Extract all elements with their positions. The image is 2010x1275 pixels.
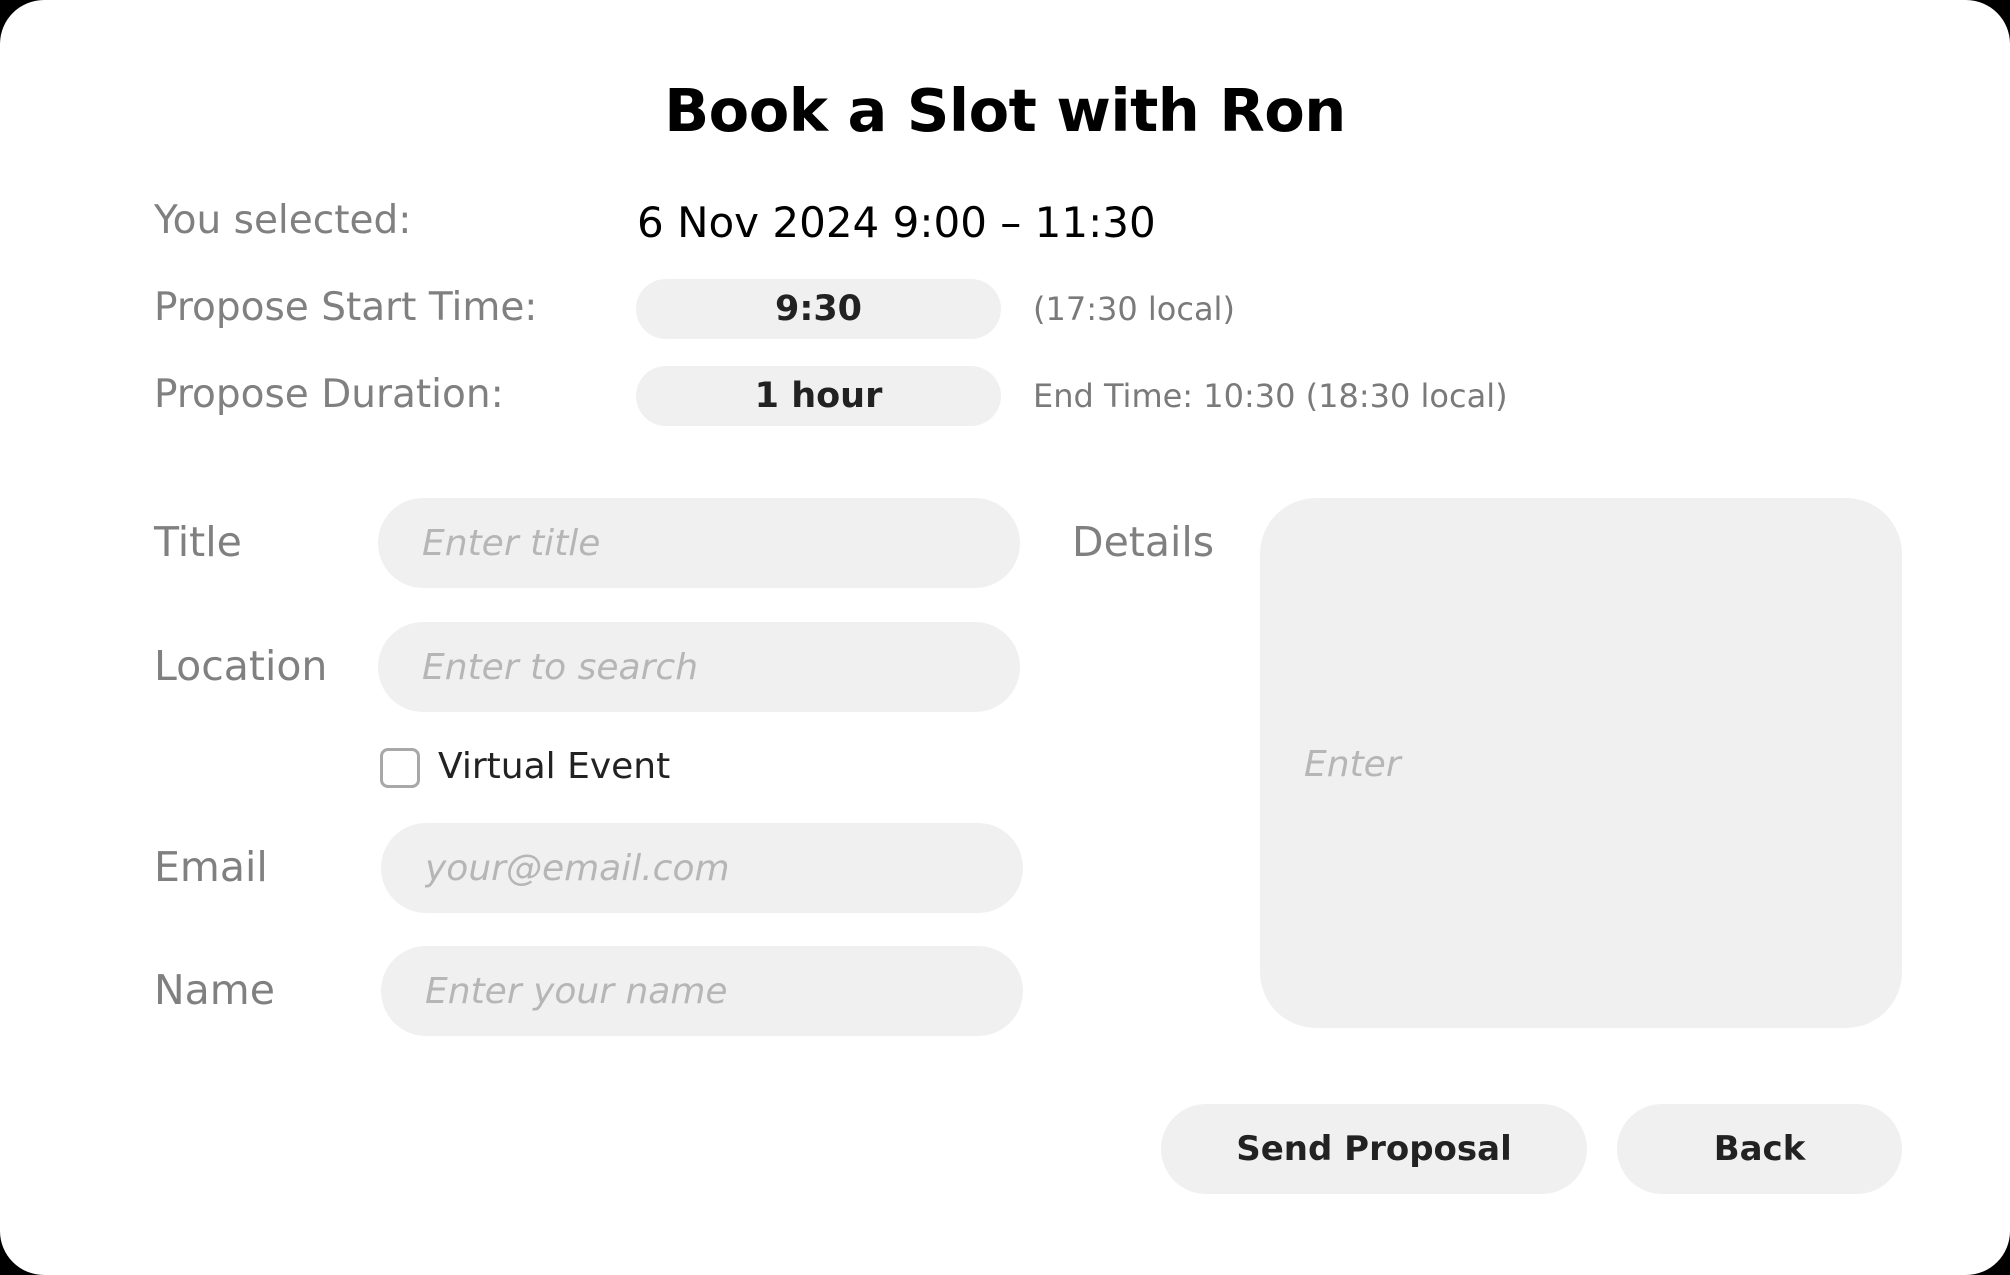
details-textarea[interactable] [1260,498,1902,1028]
location-label: Location [154,642,328,690]
duration-label: Propose Duration: [154,372,504,417]
title-label: Title [154,518,242,566]
details-label: Details [1072,518,1215,566]
start-time-select[interactable]: 9:30 [636,279,1001,339]
name-input[interactable] [381,946,1023,1036]
selected-label: You selected: [154,198,412,243]
email-label: Email [154,843,268,891]
virtual-event-label[interactable]: Virtual Event [438,746,670,787]
booking-dialog: Book a Slot with Ron You selected: 6 Nov… [0,0,2010,1275]
duration-select[interactable]: 1 hour [636,366,1001,426]
start-time-local-note: (17:30 local) [1033,290,1235,328]
name-label: Name [154,966,275,1014]
start-time-label: Propose Start Time: [154,285,538,330]
send-proposal-button[interactable]: Send Proposal [1161,1104,1587,1194]
title-input[interactable] [378,498,1020,588]
end-time-note: End Time: 10:30 (18:30 local) [1033,377,1508,415]
back-button[interactable]: Back [1617,1104,1902,1194]
location-search-input[interactable] [378,622,1020,712]
email-input[interactable] [381,823,1023,913]
selected-value: 6 Nov 2024 9:00 – 11:30 [637,198,1156,247]
page-title: Book a Slot with Ron [664,76,1346,145]
virtual-event-checkbox[interactable] [380,748,420,788]
